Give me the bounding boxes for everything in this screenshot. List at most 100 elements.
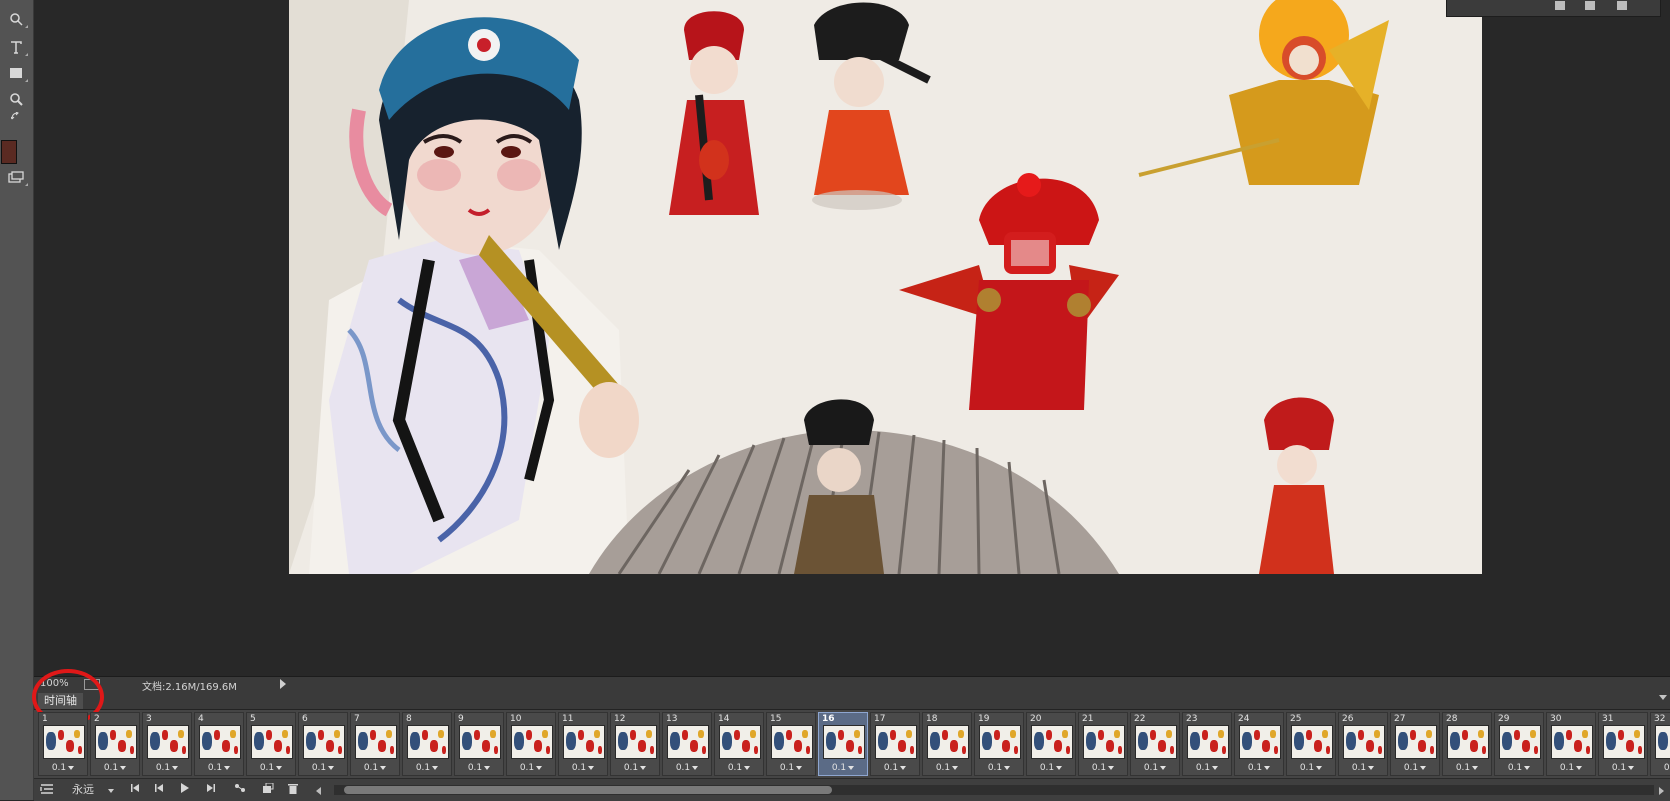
frame-delay-select[interactable]: 0.1: [1235, 763, 1283, 773]
frames-scrollbar-thumb[interactable]: [344, 786, 832, 794]
timeline-frame[interactable]: 31 0.1: [1598, 712, 1648, 776]
document-image[interactable]: [289, 0, 1482, 574]
timeline-frame[interactable]: 4 0.1: [194, 712, 244, 776]
frame-delay-select[interactable]: 0.1: [507, 763, 555, 773]
frame-number: 25: [1289, 714, 1303, 724]
timeline-frame[interactable]: 14 0.1: [714, 712, 764, 776]
timeline-frame[interactable]: 17 0.1: [870, 712, 920, 776]
frame-delay-select[interactable]: 0.1: [1027, 763, 1075, 773]
frame-delay-select[interactable]: 0.1: [39, 763, 87, 773]
frame-delay-select[interactable]: 0.1: [1599, 763, 1647, 773]
previous-frame-icon[interactable]: [154, 783, 164, 797]
frame-delay-select[interactable]: 0.1: [91, 763, 139, 773]
timeline-frame[interactable]: 19 0.1: [974, 712, 1024, 776]
timeline-frame[interactable]: 3 0.1: [142, 712, 192, 776]
timeline-frame[interactable]: 28 0.1: [1442, 712, 1492, 776]
screen-mode-icon[interactable]: [4, 166, 28, 188]
next-frame-icon[interactable]: [206, 783, 216, 797]
frame-delay-select[interactable]: 0.1: [975, 763, 1023, 773]
tween-icon[interactable]: [234, 783, 246, 797]
trash-icon[interactable]: [1617, 1, 1627, 10]
frame-delay-select[interactable]: 0.1: [1547, 763, 1595, 773]
delete-frame-icon[interactable]: [288, 783, 298, 797]
frame-delay-select[interactable]: 0.1: [1079, 763, 1127, 773]
scroll-right-icon[interactable]: [1658, 785, 1664, 799]
frame-thumbnail: [1395, 725, 1437, 759]
text-tool-icon[interactable]: [4, 36, 28, 58]
delay-dropdown-icon: [172, 765, 179, 770]
lasso-icon[interactable]: [4, 8, 28, 30]
rectangle-tool-icon[interactable]: [4, 62, 28, 84]
timeline-frame[interactable]: 6 0.1: [298, 712, 348, 776]
swap-colors-icon[interactable]: [4, 110, 28, 124]
frame-delay-select[interactable]: 0.1: [1183, 763, 1231, 773]
timeline-frame[interactable]: 9 0.1: [454, 712, 504, 776]
foreground-color-swatch[interactable]: [1, 140, 17, 164]
loop-dropdown-icon[interactable]: [108, 789, 114, 793]
frame-delay-select[interactable]: 0.1: [767, 763, 815, 773]
frame-delay-select[interactable]: 0.1: [559, 763, 607, 773]
frame-delay-select[interactable]: 0.1: [871, 763, 919, 773]
frame-delay-select[interactable]: 0.1: [351, 763, 399, 773]
timeline-frame[interactable]: 24 0.1: [1234, 712, 1284, 776]
play-icon[interactable]: [180, 783, 190, 797]
timeline-frame[interactable]: 23 0.1: [1182, 712, 1232, 776]
timeline-frame[interactable]: 20 0.1: [1026, 712, 1076, 776]
frame-thumbnail: [875, 725, 917, 759]
timeline-frame[interactable]: 7 0.1: [350, 712, 400, 776]
frame-thumbnail: [407, 725, 449, 759]
timeline-frame[interactable]: 21 0.1: [1078, 712, 1128, 776]
frame-delay-select[interactable]: 0.1: [611, 763, 659, 773]
frame-delay-select[interactable]: 0.1: [195, 763, 243, 773]
camera-icon[interactable]: [1585, 1, 1595, 10]
frame-delay-value: 0.1: [1611, 763, 1627, 773]
frame-delay-select[interactable]: 0.1: [923, 763, 971, 773]
frame-delay-select[interactable]: 0.1: [1339, 763, 1387, 773]
timeline-frame[interactable]: 29 0.1: [1494, 712, 1544, 776]
first-frame-icon[interactable]: [130, 783, 140, 797]
timeline-frame[interactable]: 5 0.1: [246, 712, 296, 776]
frame-thumbnail: [43, 725, 85, 759]
convert-timeline-icon[interactable]: [40, 783, 54, 797]
frame-delay-select[interactable]: 0.1: [143, 763, 191, 773]
timeline-frame[interactable]: 1 0.1: [38, 712, 88, 776]
timeline-frame[interactable]: 30 0.1: [1546, 712, 1596, 776]
frame-delay-select[interactable]: 0.1: [247, 763, 295, 773]
frame-delay-select[interactable]: 0.1: [1391, 763, 1439, 773]
frames-scrollbar[interactable]: [334, 785, 1654, 795]
duplicate-frame-icon[interactable]: [262, 782, 274, 797]
new-layer-icon[interactable]: [1555, 1, 1565, 10]
delay-dropdown-icon: [1524, 765, 1531, 770]
frame-number: 24: [1237, 714, 1251, 724]
timeline-frame[interactable]: 18 0.1: [922, 712, 972, 776]
frame-delay-select[interactable]: 0.1: [1287, 763, 1335, 773]
timeline-frame[interactable]: 2 0.1: [90, 712, 140, 776]
timeline-frame[interactable]: 12 0.1: [610, 712, 660, 776]
timeline-frame[interactable]: 26 0.1: [1338, 712, 1388, 776]
zoom-tool-icon[interactable]: [4, 88, 28, 110]
frame-delay-select[interactable]: 0.1: [299, 763, 347, 773]
timeline-frame[interactable]: 16 0.1: [818, 712, 868, 776]
timeline-frame[interactable]: 27 0.1: [1390, 712, 1440, 776]
status-menu-arrow-icon[interactable]: [280, 679, 286, 689]
timeline-frame[interactable]: 8 0.1: [402, 712, 452, 776]
loop-select[interactable]: 永远: [72, 783, 94, 797]
timeline-frame[interactable]: 10 0.1: [506, 712, 556, 776]
frame-delay-select[interactable]: 0.1: [455, 763, 503, 773]
scroll-left-icon[interactable]: [316, 785, 322, 799]
frame-delay-select[interactable]: 0.1: [819, 763, 867, 773]
frame-delay-select[interactable]: 0.1: [403, 763, 451, 773]
frame-delay-select[interactable]: 0.1: [715, 763, 763, 773]
timeline-frame[interactable]: 15 0.1: [766, 712, 816, 776]
timeline-frame[interactable]: 320.1: [1650, 712, 1670, 776]
timeline-frame[interactable]: 22 0.1: [1130, 712, 1180, 776]
frame-delay-select[interactable]: 0.1: [663, 763, 711, 773]
frame-delay-select[interactable]: 0.1: [1495, 763, 1543, 773]
timeline-frame[interactable]: 11 0.1: [558, 712, 608, 776]
panel-menu-icon[interactable]: [1659, 695, 1667, 700]
frame-delay-select[interactable]: 0.1: [1131, 763, 1179, 773]
timeline-frame[interactable]: 13 0.1: [662, 712, 712, 776]
frame-delay-select[interactable]: 0.1: [1443, 763, 1491, 773]
frame-delay-select[interactable]: 0.1: [1651, 763, 1670, 773]
timeline-frame[interactable]: 25 0.1: [1286, 712, 1336, 776]
